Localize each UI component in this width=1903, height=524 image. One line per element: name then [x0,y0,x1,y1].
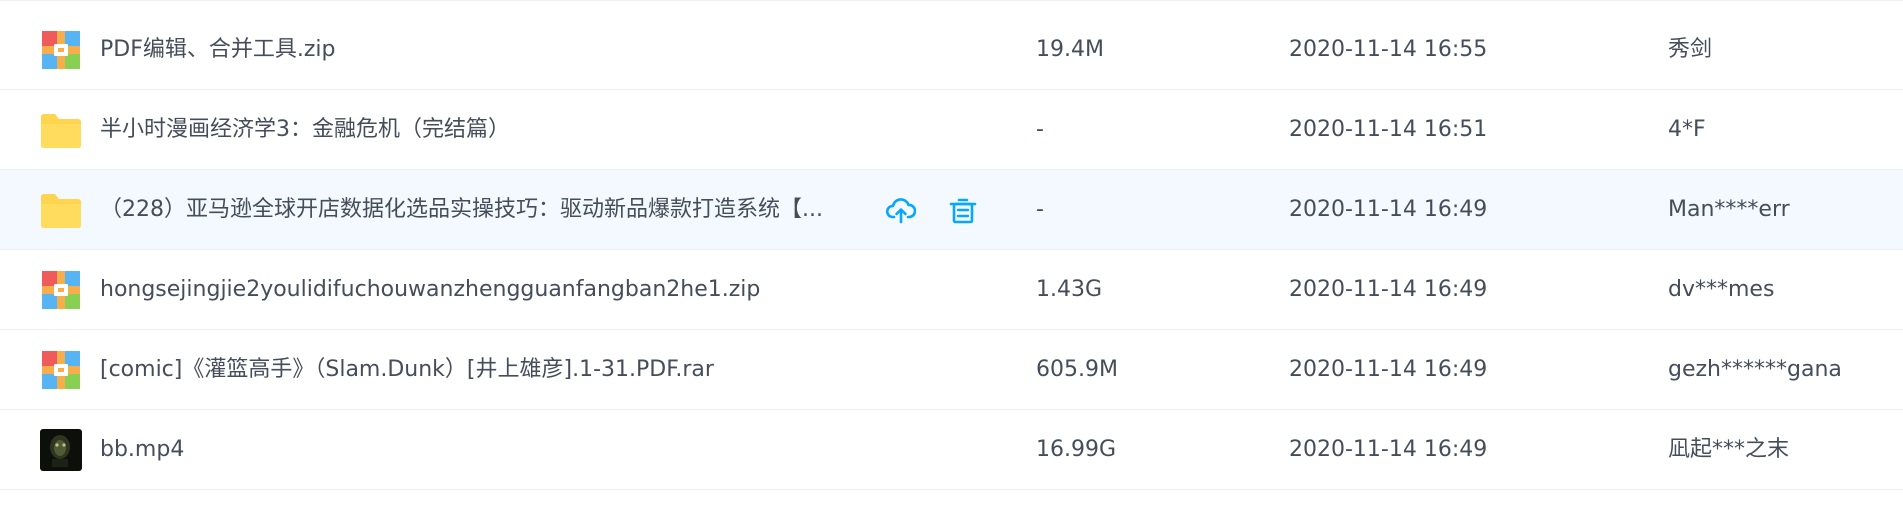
video-thumbnail-icon [40,429,82,471]
file-owner: 凪起***之末 [1668,437,1790,462]
archive-icon [42,271,80,309]
file-time: 2020-11-14 16:51 [1289,117,1488,142]
trash-icon [949,198,977,224]
file-size: 16.99G [1036,437,1117,462]
file-row[interactable]: （228）亚马逊全球开店数据化选品实操技巧：驱动新品爆款打造系统【... - 2… [0,170,1903,250]
file-row[interactable]: 半小时漫画经济学3：金融危机（完结篇） - 2020-11-14 16:51 4… [0,90,1903,170]
archive-icon [42,351,80,389]
file-row[interactable]: [comic]《灌篮高手》（Slam.Dunk）[井上雄彦].1-31.PDF.… [0,330,1903,410]
file-size: - [1036,117,1044,142]
file-owner: 秀剑 [1668,37,1713,62]
file-row[interactable]: PDF编辑、合并工具.zip 19.4M 2020-11-14 16:55 秀剑 [0,10,1903,90]
file-row[interactable]: hongsejingjie2youlidifuchouwanzhengguanf… [0,250,1903,330]
file-row[interactable]: bb.mp4 16.99G 2020-11-14 16:49 凪起***之末 [0,410,1903,490]
folder-icon [41,194,81,228]
file-name[interactable]: 半小时漫画经济学3：金融危机（完结篇） [100,90,510,170]
file-time: 2020-11-14 16:49 [1289,277,1488,302]
file-list: PDF编辑、合并工具.zip 19.4M 2020-11-14 16:55 秀剑… [0,0,1903,524]
file-time: 2020-11-14 16:55 [1289,37,1488,62]
file-owner: Man****err [1668,197,1790,222]
delete-button[interactable] [944,187,982,233]
upload-button[interactable] [882,187,920,233]
file-owner: dv***mes [1668,277,1775,302]
row-actions [882,187,982,233]
file-size: 19.4M [1036,37,1104,62]
folder-icon [41,114,81,148]
file-size: 605.9M [1036,357,1118,382]
file-time: 2020-11-14 16:49 [1289,357,1488,382]
file-name[interactable]: bb.mp4 [100,410,184,490]
file-time: 2020-11-14 16:49 [1289,197,1488,222]
file-name[interactable]: hongsejingjie2youlidifuchouwanzhengguanf… [100,250,760,330]
file-owner: 4*F [1668,117,1706,142]
file-owner: gezh******gana [1668,357,1842,382]
file-size: - [1036,197,1044,222]
cloud-upload-icon [886,198,916,224]
file-time: 2020-11-14 16:49 [1289,437,1488,462]
file-name[interactable]: [comic]《灌篮高手》（Slam.Dunk）[井上雄彦].1-31.PDF.… [100,330,714,410]
file-size: 1.43G [1036,277,1103,302]
archive-icon [42,31,80,69]
file-name[interactable]: PDF编辑、合并工具.zip [100,10,335,90]
file-name[interactable]: （228）亚马逊全球开店数据化选品实操技巧：驱动新品爆款打造系统【... [100,170,823,250]
